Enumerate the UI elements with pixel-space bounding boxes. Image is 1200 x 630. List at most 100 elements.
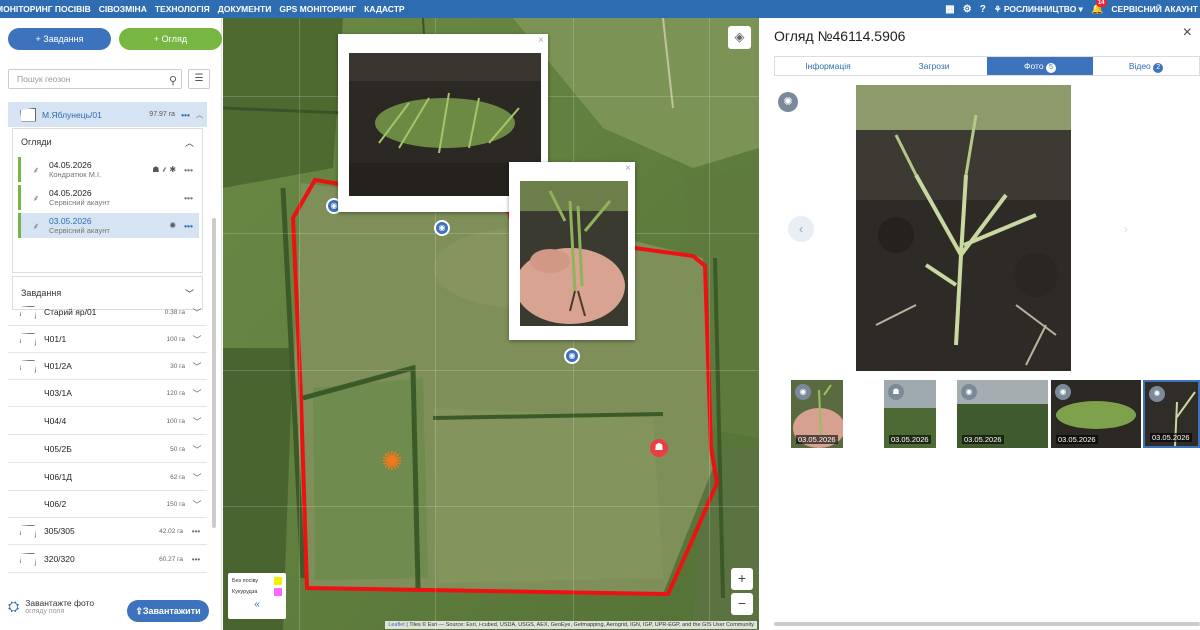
field-row[interactable]: Ч01/1 100 га ﹀	[8, 326, 207, 353]
field-shape-icon	[20, 498, 36, 511]
field-row[interactable]: 305/305 42.02 га •••	[8, 518, 207, 545]
chevron-up-icon[interactable]: ︿	[185, 136, 194, 149]
leaf-icon: ⚘	[993, 3, 1004, 14]
thumbnail-date: 03.05.2026	[1056, 435, 1098, 444]
field-shape-icon	[20, 332, 36, 346]
disease-marker-icon[interactable]: ✺	[381, 448, 403, 474]
field-menu-icon[interactable]: •••	[189, 555, 203, 564]
pest-marker-icon[interactable]: ☗	[650, 439, 668, 457]
legend-swatch	[274, 577, 282, 585]
tab-photos[interactable]: Фото 5	[987, 57, 1093, 75]
field-row[interactable]: Ч01/2А 30 га ﹀	[8, 353, 207, 380]
chevron-down-icon[interactable]: ﹀	[191, 471, 203, 484]
inspection-menu-icon[interactable]: •••	[184, 165, 193, 175]
chevron-down-icon[interactable]: ﹀	[191, 360, 203, 373]
chevron-down-icon[interactable]: ﹀	[191, 443, 203, 456]
main-photo[interactable]	[856, 85, 1071, 371]
nav-crop-rotation[interactable]: СІВОЗМІНА	[95, 0, 151, 18]
nav-cadastre[interactable]: КАДАСТР	[360, 0, 408, 18]
help-icon[interactable]: ?	[980, 4, 986, 15]
field-row[interactable]: Ч03/1А 120 га ﹀	[8, 380, 207, 407]
close-panel-icon[interactable]: ×	[1183, 24, 1192, 42]
photo-type-icon: ◉	[961, 384, 977, 400]
tab-threats[interactable]: Загрози	[881, 57, 987, 75]
photo-thumbnail[interactable]: ◉ 03.05.2026	[957, 380, 1048, 448]
tab-label: Загрози	[918, 61, 950, 71]
inspection-menu-icon[interactable]: •••	[184, 221, 193, 231]
chevron-down-icon[interactable]: ﹀	[191, 387, 203, 400]
account-menu[interactable]: СЕРВІСНИЙ АКАУНТ	[1111, 4, 1198, 14]
thumbnail-date: 03.05.2026	[796, 435, 838, 444]
filter-settings-icon[interactable]: ☰	[188, 69, 210, 89]
thumbnail-scrollbar[interactable]	[774, 622, 1200, 626]
field-row[interactable]: 320/320 60.27 га •••	[8, 546, 207, 573]
field-row[interactable]: Ч06/1Д 62 га ﹀	[8, 464, 207, 491]
inspection-item-selected[interactable]: ⸙ 03.05.2026 Сервісний акаунт ✺ •••	[18, 213, 199, 238]
add-inspection-button[interactable]: + Огляд	[119, 28, 222, 50]
close-icon[interactable]: ×	[538, 35, 544, 46]
field-name: Ч05/2Б	[44, 444, 72, 454]
photo-thumbnail[interactable]: ◉ 03.05.2026	[1051, 380, 1141, 448]
field-row[interactable]: Ч05/2Б 50 га ﹀	[8, 436, 207, 463]
photo-count-badge: 5	[1045, 63, 1056, 73]
legend-label: Без посіву	[232, 578, 259, 584]
field-shape-icon	[20, 443, 36, 456]
nav-documents[interactable]: ДОКУМЕНТИ	[214, 0, 276, 18]
tab-video[interactable]: Відео 2	[1093, 57, 1199, 75]
photo-marker[interactable]: ◉	[434, 220, 450, 236]
attribution-text: | Tiles © Esri — Source: Esri, i-cubed, …	[406, 622, 754, 628]
inspection-menu-icon[interactable]: •••	[184, 193, 193, 203]
upload-title: Завантажте фото	[25, 598, 95, 608]
zoom-out-button[interactable]: −	[731, 593, 753, 615]
nav-technology[interactable]: ТЕХНОЛОГІЯ	[151, 0, 214, 18]
field-area: 150 га	[166, 500, 186, 508]
inspection-item[interactable]: ⸙ 04.05.2026 Кондратюк М.І. ☗⸙✱ •••	[18, 157, 199, 182]
crop-menu[interactable]: ⚘ РОСЛИННИЦТВО ▾	[994, 4, 1083, 15]
field-row[interactable]: Ч06/2 150 га ﹀	[8, 491, 207, 518]
tab-information[interactable]: Інформація	[775, 57, 881, 75]
chevron-up-icon[interactable]: ︿	[196, 110, 203, 120]
collapse-legend-icon[interactable]: «	[232, 599, 282, 610]
field-row[interactable]: Старий яр/01 0.38 га ﹀	[8, 299, 207, 326]
geozone-search-input[interactable]: Пошук геозон ⚲	[8, 69, 182, 89]
upload-icon: ⇪	[135, 605, 143, 616]
photo-thumbnail-selected[interactable]: ✺ 03.05.2026	[1143, 380, 1200, 448]
field-row[interactable]: Ч04/4 100 га ﹀	[8, 408, 207, 435]
gear-icon[interactable]: ⚙	[963, 4, 972, 15]
zoom-in-button[interactable]: +	[731, 568, 753, 590]
chevron-down-icon[interactable]: ﹀	[191, 333, 203, 346]
layers-icon[interactable]: ◈	[728, 26, 751, 49]
previous-photo-button[interactable]: ‹	[788, 216, 814, 242]
map-view[interactable]: ◉ ◉ ◉ ✺ ☗ × × ◈ + − Без посіву Кукурудза…	[223, 18, 759, 630]
upload-button[interactable]: ⇪ Завантажити	[127, 600, 209, 622]
selected-field-row[interactable]: М.Яблунець/01 97.97 га ••• ︿	[8, 102, 207, 127]
nav-crop-monitoring[interactable]: МОНІТОРИНГ ПОСІВІВ	[0, 0, 95, 18]
chevron-down-icon[interactable]: ﹀	[191, 415, 203, 428]
table-icon[interactable]: ▦	[945, 4, 954, 15]
inspection-item[interactable]: ⸙ 04.05.2026 Сервісний акаунт •••	[18, 185, 199, 210]
field-menu-icon[interactable]: •••	[189, 527, 203, 536]
tasks-header: Завдання	[21, 288, 62, 298]
nav-gps-monitoring[interactable]: GPS МОНІТОРИНГ	[275, 0, 360, 18]
search-icon[interactable]: ⚲	[169, 72, 177, 90]
next-photo-button[interactable]: ›	[1113, 216, 1139, 242]
photo-thumbnail[interactable]: ◉ 03.05.2026	[791, 380, 843, 448]
sidebar-scrollbar[interactable]	[212, 218, 216, 528]
field-menu-icon[interactable]: •••	[181, 110, 190, 120]
chevron-down-icon[interactable]: ﹀	[191, 498, 203, 511]
detail-tabs: Інформація Загрози Фото 5 Відео 2	[774, 56, 1200, 76]
leaflet-link[interactable]: Leaflet	[388, 622, 405, 628]
add-task-button[interactable]: + Завдання	[8, 28, 111, 50]
legend-label: Кукурудза	[232, 589, 258, 595]
chevron-down-icon[interactable]: ﹀	[191, 306, 203, 319]
field-name: Старий яр/01	[44, 307, 97, 317]
field-area: 62 га	[170, 473, 185, 481]
field-name: 320/320	[44, 554, 75, 564]
bell-icon[interactable]: 🔔 14	[1091, 0, 1107, 15]
photo-thumbnail[interactable]: ☗ 03.05.2026	[884, 380, 936, 448]
disease-icon: ✺	[169, 221, 179, 230]
field-name: Ч01/2А	[44, 361, 72, 371]
photo-marker[interactable]: ◉	[564, 348, 580, 364]
chevron-down-icon[interactable]: ﹀	[185, 287, 194, 300]
close-icon[interactable]: ×	[625, 163, 631, 174]
